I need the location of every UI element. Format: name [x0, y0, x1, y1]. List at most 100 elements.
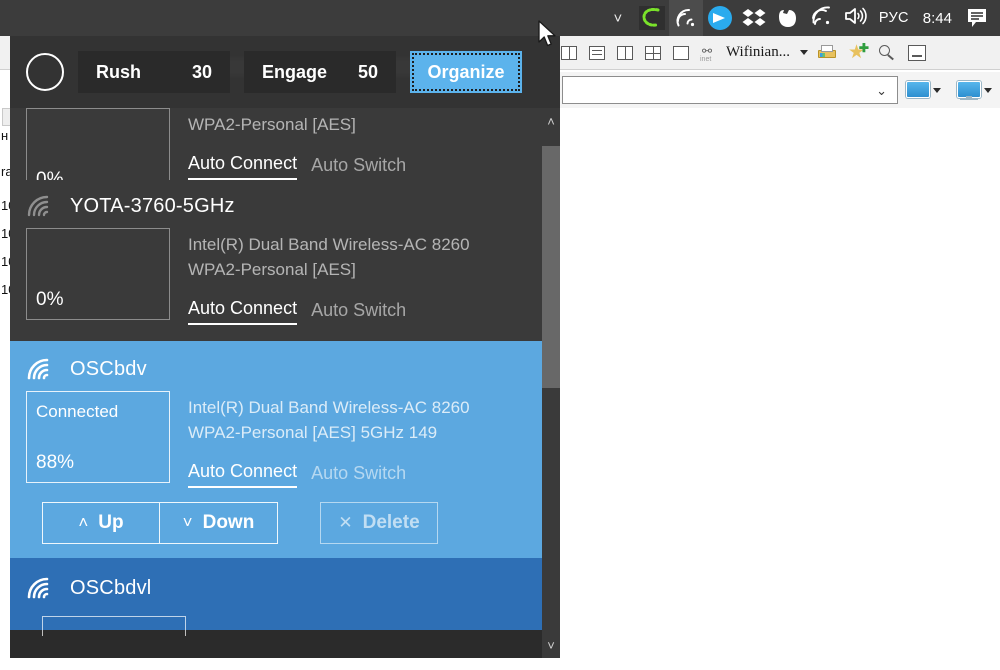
- network-item[interactable]: OSCbdvl: [10, 558, 542, 636]
- wifinian-tray-icon[interactable]: [668, 0, 703, 36]
- engage-value: 50: [357, 61, 378, 82]
- network-title: YOTA-3760-5GHz: [26, 184, 542, 228]
- scrollbar-thumb[interactable]: [542, 146, 560, 388]
- move-down-label: Down: [202, 512, 255, 533]
- monitor-stand-icon: [957, 80, 981, 100]
- network-meta: Intel(R) Dual Band Wireless-AC 8260 WPA2…: [188, 228, 470, 325]
- wifinian-panel: ■■■■■■ ▬▬▬▬▬▬▬ Rush 30 Engage 50 Organiz…: [10, 36, 560, 658]
- network-meta: Intel(R) Dual Band Wireless-AC 8260 WPA2…: [188, 391, 470, 488]
- dropbox-tray-icon[interactable]: [737, 0, 771, 36]
- language-label: РУС: [878, 10, 909, 26]
- network-ssid: YOTA-3760-5GHz: [70, 194, 235, 217]
- wifi-signal-icon: [26, 194, 56, 218]
- network-tray-icon[interactable]: [805, 0, 839, 36]
- move-up-label: Up: [98, 512, 124, 533]
- evernote-tray-icon[interactable]: [771, 0, 805, 36]
- close-icon: ✕: [338, 513, 353, 532]
- move-up-button[interactable]: ˄ Up: [42, 502, 160, 544]
- delete-button[interactable]: ✕ Delete: [320, 502, 438, 544]
- add-favorite-icon[interactable]: ★ ✚: [848, 42, 869, 62]
- volume-tray-icon[interactable]: [839, 0, 873, 36]
- rush-button[interactable]: Rush 30: [78, 51, 230, 93]
- clock-label: 8:44: [922, 9, 952, 27]
- wifi-signal-icon: [26, 576, 56, 600]
- network-toggles: Auto Connect Auto Switch: [188, 298, 470, 325]
- clock[interactable]: 8:44: [915, 0, 960, 36]
- auto-connect-toggle[interactable]: Auto Connect: [188, 461, 298, 488]
- layout-rows-icon[interactable]: [588, 44, 606, 62]
- engage-button[interactable]: Engage 50: [244, 51, 396, 93]
- move-down-button[interactable]: ˅ Down: [160, 502, 278, 544]
- organize-label: Organize: [427, 61, 505, 82]
- chevron-down-icon: ˅: [182, 513, 193, 532]
- wifi-signal-icon: [673, 6, 699, 30]
- address-combobox[interactable]: ⌄: [562, 76, 898, 104]
- rush-value: 30: [191, 61, 212, 82]
- snip-icon: [638, 6, 665, 30]
- organize-button[interactable]: Organize: [410, 51, 522, 93]
- signal-percent: 0%: [36, 289, 64, 310]
- display-stand-button[interactable]: [949, 80, 1000, 100]
- chevron-up-icon: ˅: [613, 9, 623, 27]
- auto-connect-toggle[interactable]: Auto Connect: [188, 298, 298, 325]
- scroll-up-button[interactable]: ˄: [542, 108, 560, 134]
- taskbar: ˅ РУС 8:44: [0, 0, 1000, 36]
- telegram-tray-icon[interactable]: [703, 0, 737, 36]
- layout-columns-icon[interactable]: [560, 44, 578, 62]
- layout-split-icon[interactable]: [616, 44, 634, 62]
- background-address-row: ⌄: [560, 72, 1000, 108]
- network-ssid: OSCbdv: [70, 357, 147, 380]
- delete-label: Delete: [362, 512, 420, 533]
- reload-button[interactable]: [26, 53, 64, 91]
- telegram-icon: [707, 6, 732, 30]
- layout-single-icon[interactable]: [672, 44, 690, 62]
- network-list[interactable]: 0% WPA2-Personal [AES] Auto Connect Auto…: [10, 108, 542, 658]
- screen: н ra 10 10 10 10 ⚯inet Wifinian... ★✚: [0, 0, 1000, 670]
- show-hidden-icons-button[interactable]: ˅: [601, 0, 635, 36]
- wifi-icon: [809, 5, 835, 32]
- snipping-tool-tray-icon[interactable]: [635, 0, 669, 36]
- window-title-label: Wifinian...: [726, 44, 790, 60]
- chevron-down-icon: ⌄: [876, 82, 887, 98]
- network-toggles: Auto Connect Auto Switch: [188, 153, 406, 180]
- chevron-down-icon[interactable]: [984, 87, 992, 93]
- auto-switch-toggle[interactable]: Auto Switch: [311, 155, 406, 180]
- search-icon[interactable]: [878, 44, 898, 62]
- layout-quad-icon[interactable]: [644, 44, 662, 62]
- network-security: WPA2-Personal [AES]: [188, 115, 356, 134]
- scrollbar-track[interactable]: [542, 134, 560, 632]
- signal-box: [42, 616, 186, 636]
- auto-switch-toggle[interactable]: Auto Switch: [311, 463, 406, 488]
- chevron-up-icon: ˄: [78, 513, 89, 532]
- signal-box: Connected 88%: [26, 391, 170, 483]
- connection-state: Connected: [36, 402, 119, 421]
- chevron-down-icon[interactable]: [933, 87, 941, 93]
- inet-icon: ⚯ inet: [700, 43, 713, 63]
- network-item-selected[interactable]: OSCbdv Connected 88% Intel(R) Dual Band …: [10, 341, 542, 558]
- auto-switch-toggle[interactable]: Auto Switch: [311, 300, 406, 325]
- signal-percent: 88%: [36, 452, 75, 473]
- auto-connect-toggle[interactable]: Auto Connect: [188, 153, 298, 180]
- network-item[interactable]: 0% WPA2-Personal [AES] Auto Connect Auto…: [10, 108, 542, 200]
- network-toggles: Auto Connect Auto Switch: [188, 461, 470, 488]
- scroll-down-button[interactable]: ˅: [542, 632, 560, 658]
- action-center-button[interactable]: [960, 0, 994, 36]
- mouse-cursor: [538, 20, 560, 50]
- panel-scrollbar[interactable]: ˄ ˅: [542, 108, 560, 658]
- chevron-down-icon[interactable]: [799, 50, 808, 55]
- network-adapter: Intel(R) Dual Band Wireless-AC 8260: [188, 235, 470, 254]
- panel-header: Rush 30 Engage 50 Organize: [10, 36, 560, 108]
- network-security: WPA2-Personal [AES]: [188, 260, 356, 279]
- language-indicator[interactable]: РУС: [873, 0, 915, 36]
- background-text-fragment: н: [1, 128, 9, 143]
- display-button[interactable]: [898, 80, 949, 100]
- minimize-icon[interactable]: [907, 44, 926, 61]
- speaker-icon: [843, 5, 869, 32]
- signal-box: 0%: [26, 228, 170, 320]
- monitor-icon: [906, 80, 930, 100]
- network-title: OSCbdvl: [26, 566, 542, 610]
- network-adapter: Intel(R) Dual Band Wireless-AC 8260: [188, 398, 470, 417]
- rush-label: Rush: [96, 61, 141, 82]
- network-item[interactable]: YOTA-3760-5GHz 0% Intel(R) Dual Band Wir…: [10, 180, 542, 341]
- print-icon[interactable]: [817, 44, 838, 61]
